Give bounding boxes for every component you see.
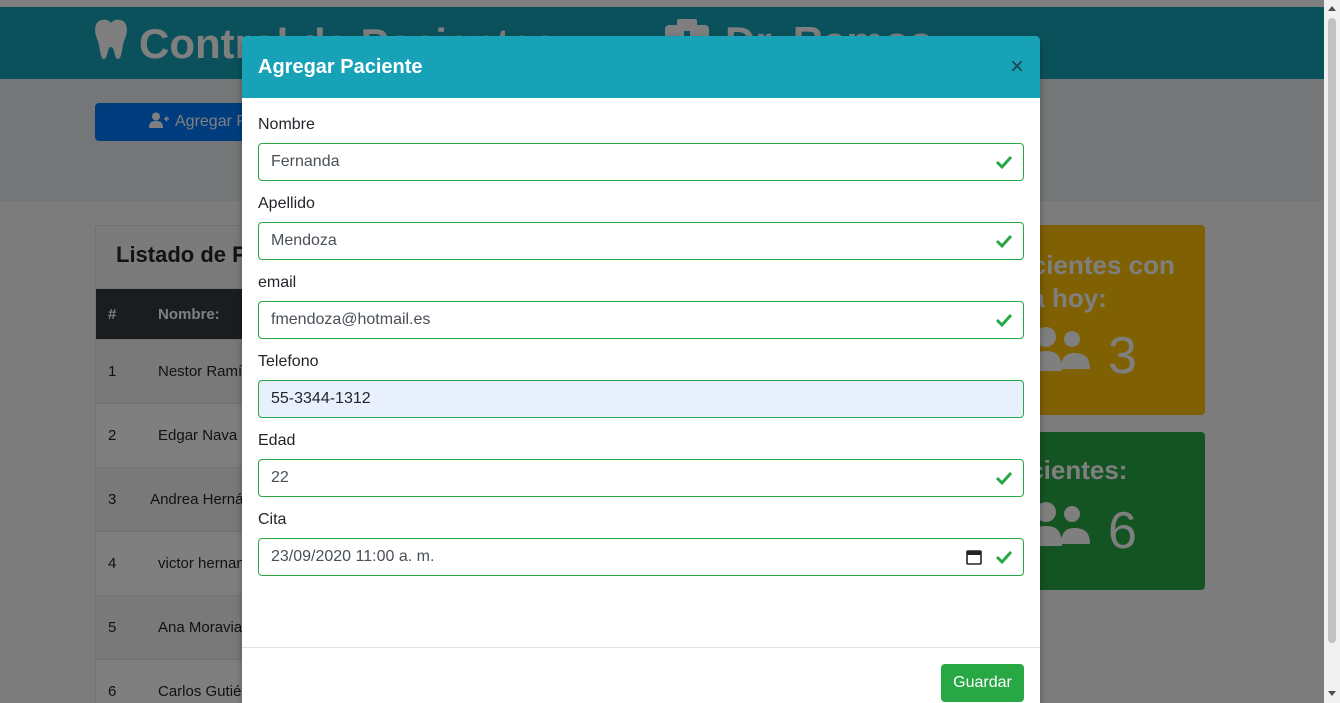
- field-edad: Edad 22: [258, 432, 1024, 497]
- telefono-input[interactable]: 55-3344-1312: [258, 380, 1024, 418]
- calendar-icon[interactable]: [965, 548, 983, 566]
- check-icon: [995, 313, 1013, 328]
- add-patient-modal: Agregar Paciente × Nombre Fernanda Apell…: [242, 36, 1040, 703]
- close-icon[interactable]: ×: [1010, 53, 1024, 81]
- scroll-thumb[interactable]: [1328, 18, 1336, 643]
- field-nombre: Nombre Fernanda: [258, 116, 1024, 181]
- nombre-input[interactable]: Fernanda: [258, 143, 1024, 181]
- vertical-scrollbar[interactable]: [1324, 0, 1340, 703]
- input-value: 55-3344-1312: [271, 390, 371, 407]
- field-apellido: Apellido Mendoza: [258, 195, 1024, 260]
- input-value: Fernanda: [271, 153, 340, 170]
- input-value: 23/09/2020 11:00 a. m.: [271, 548, 435, 565]
- background-page: Control de Pacientes Dr. Ramos Agregar P…: [0, 0, 1324, 703]
- modal-footer: Guardar: [242, 647, 1040, 703]
- scroll-down-icon[interactable]: [1328, 691, 1336, 696]
- input-value: fmendoza@hotmail.es: [271, 311, 431, 328]
- check-icon: [995, 550, 1013, 565]
- modal-title: Agregar Paciente: [258, 55, 423, 78]
- apellido-input[interactable]: Mendoza: [258, 222, 1024, 260]
- cita-input[interactable]: 23/09/2020 11:00 a. m.: [258, 538, 1024, 576]
- modal-body: Nombre Fernanda Apellido Mendoza email f…: [242, 98, 1040, 576]
- check-icon: [995, 471, 1013, 486]
- field-label: Edad: [258, 432, 296, 449]
- field-email: email fmendoza@hotmail.es: [258, 274, 1024, 339]
- field-label: email: [258, 274, 297, 291]
- modal-header: Agregar Paciente ×: [242, 36, 1040, 98]
- edad-input[interactable]: 22: [258, 459, 1024, 497]
- email-input[interactable]: fmendoza@hotmail.es: [258, 301, 1024, 339]
- field-label: Nombre: [258, 116, 315, 133]
- field-label: Cita: [258, 511, 287, 528]
- check-icon: [995, 155, 1013, 170]
- scroll-up-icon[interactable]: [1328, 6, 1336, 11]
- input-value: Mendoza: [271, 232, 337, 249]
- field-label: Apellido: [258, 195, 315, 212]
- save-button[interactable]: Guardar: [941, 664, 1024, 702]
- field-cita: Cita 23/09/2020 11:00 a. m.: [258, 511, 1024, 576]
- field-label: Telefono: [258, 353, 319, 370]
- input-value: 22: [271, 469, 289, 486]
- check-icon: [995, 234, 1013, 249]
- field-telefono: Telefono 55-3344-1312: [258, 353, 1024, 418]
